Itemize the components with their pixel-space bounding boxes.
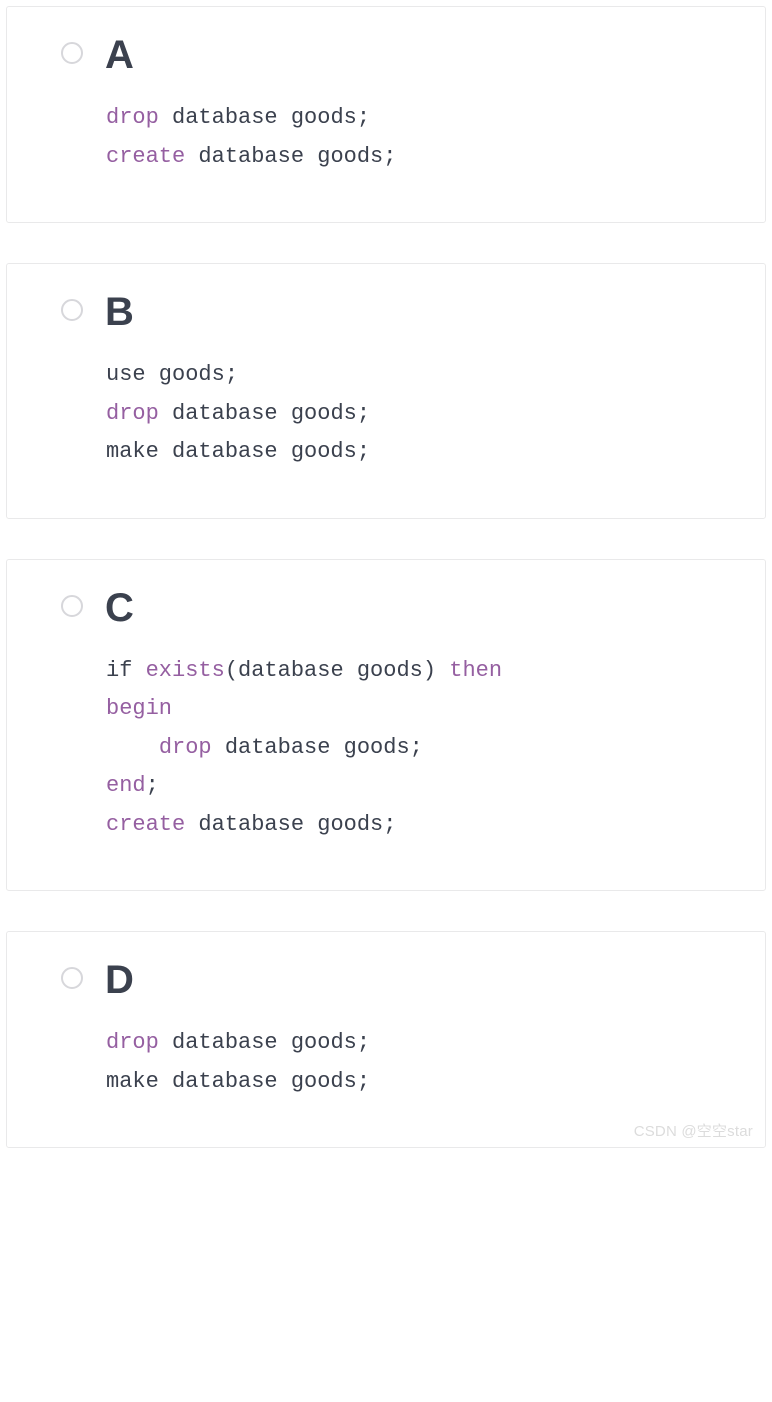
option-card-a[interactable]: A drop database goods; create database g… bbox=[6, 6, 766, 223]
option-letter: A bbox=[105, 35, 134, 75]
code-block: if exists(database goods) then begin dro… bbox=[106, 652, 741, 845]
option-card-b[interactable]: B use goods; drop database goods; make d… bbox=[6, 263, 766, 519]
option-header: C bbox=[61, 588, 741, 628]
code-block: drop database goods; make database goods… bbox=[106, 1024, 741, 1101]
radio-circle-icon[interactable] bbox=[61, 42, 83, 64]
radio-circle-icon[interactable] bbox=[61, 967, 83, 989]
radio-circle-icon[interactable] bbox=[61, 595, 83, 617]
watermark-text: CSDN @空空star bbox=[634, 1120, 753, 1141]
option-letter: C bbox=[105, 588, 134, 628]
option-header: A bbox=[61, 35, 741, 75]
option-letter: D bbox=[105, 960, 134, 1000]
option-card-c[interactable]: C if exists(database goods) then begin d… bbox=[6, 559, 766, 892]
option-header: B bbox=[61, 292, 741, 332]
radio-circle-icon[interactable] bbox=[61, 299, 83, 321]
option-letter: B bbox=[105, 292, 134, 332]
option-card-d[interactable]: D drop database goods; make database goo… bbox=[6, 931, 766, 1148]
code-block: drop database goods; create database goo… bbox=[106, 99, 741, 176]
option-header: D bbox=[61, 960, 741, 1000]
code-block: use goods; drop database goods; make dat… bbox=[106, 356, 741, 472]
